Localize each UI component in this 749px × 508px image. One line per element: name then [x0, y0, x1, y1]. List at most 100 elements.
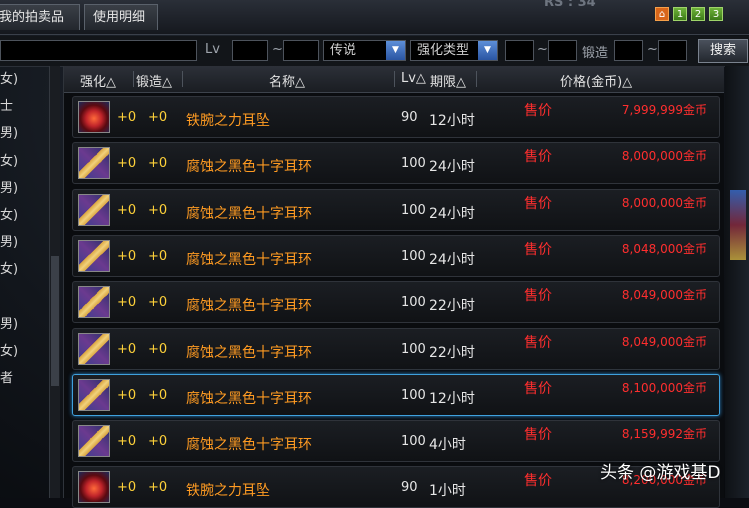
search-bar: Lv ~ 传说 ▼ 强化类型 ▼ ~ 锻造 ~ 搜索	[0, 36, 749, 67]
duration-value: 12小时	[429, 390, 475, 407]
forge-max-input[interactable]	[658, 40, 687, 61]
category-item[interactable]: 女)	[0, 66, 48, 93]
category-item[interactable]: 女)	[0, 202, 48, 229]
enhance-value: +0	[117, 480, 137, 496]
price-tag-label: 售价	[524, 149, 552, 166]
home-icon[interactable]: ⌂	[655, 7, 669, 21]
category-item[interactable]: 男)	[0, 229, 48, 256]
category-item[interactable]: 者	[0, 365, 48, 392]
level-value: 100	[401, 434, 426, 450]
forge-min-input[interactable]	[614, 40, 643, 61]
level-value: 100	[401, 295, 426, 311]
table-row[interactable]: +0 +0 腐蚀之黑色十字耳环 100 24小时 售价 8,000,000金币	[72, 142, 720, 185]
lv-min-input[interactable]	[232, 40, 268, 61]
forge-value: +0	[148, 156, 168, 172]
enhance-value: +0	[117, 110, 137, 125]
item-name: 腐蚀之黑色十字耳环	[186, 390, 312, 407]
cross-earring-icon[interactable]	[78, 147, 110, 180]
price-value: 7,999,999金币	[621, 103, 707, 117]
scrollbar-thumb[interactable]	[51, 256, 59, 386]
duration-value: 22小时	[429, 344, 475, 361]
enhance-max-input[interactable]	[548, 40, 577, 61]
item-name: 腐蚀之黑色十字耳环	[186, 251, 312, 268]
price-tag-label: 售价	[524, 195, 552, 212]
enhance-type-select[interactable]: 强化类型 ▼	[410, 40, 498, 61]
item-name: 铁腕之力耳坠	[186, 483, 270, 500]
cross-earring-icon[interactable]	[78, 239, 110, 272]
forge-value: +0	[148, 110, 168, 125]
enhance-value: +0	[117, 434, 137, 450]
rarity-select[interactable]: 传说 ▼	[323, 40, 406, 61]
header-divider	[182, 71, 183, 87]
red-ring-icon[interactable]	[78, 101, 110, 133]
sort-forge[interactable]: 锻造△	[136, 71, 172, 90]
enhance-range-tilde: ~	[537, 42, 548, 57]
table-row[interactable]: +0 +0 腐蚀之黑色十字耳环 100 22小时 售价 8,049,000金币	[72, 327, 720, 370]
duration-value: 24小时	[429, 251, 475, 268]
category-item[interactable]: 士	[0, 93, 48, 120]
category-item[interactable]: 女)	[0, 256, 48, 283]
level-value: 100	[401, 248, 426, 264]
cross-earring-icon[interactable]	[78, 332, 110, 365]
rs-indicator: RS : 34	[544, 0, 596, 10]
category-item[interactable]: 女)	[0, 148, 48, 175]
item-name: 腐蚀之黑色十字耳环	[186, 298, 312, 315]
tab-usage-details[interactable]: 使用明细	[84, 4, 158, 30]
forge-value: +0	[148, 434, 168, 450]
cross-earring-icon[interactable]	[78, 286, 110, 319]
category-list: 女) 士 男) 女) 男) 女) 男) 女) 男) 女) 者	[0, 66, 48, 498]
sort-duration[interactable]: 期限△	[430, 71, 466, 90]
lv-range-tilde: ~	[272, 42, 283, 57]
category-item[interactable]: 男)	[0, 311, 48, 338]
table-row[interactable]: +0 +0 腐蚀之黑色十字耳环 100 24小时 售价 8,048,000金币	[72, 234, 720, 277]
category-item[interactable]: 女)	[0, 338, 48, 365]
table-row[interactable]: +0 +0 腐蚀之黑色十字耳环 100 22小时 售价 8,049,000金币	[72, 281, 720, 324]
price-tag-label: 售价	[524, 473, 552, 490]
tab-my-auctions[interactable]: 我的拍卖品	[0, 4, 80, 30]
forge-value: +0	[148, 248, 168, 264]
table-row[interactable]: +0 +0 铁腕之力耳坠 90 12小时 售价 7,999,999金币	[72, 96, 720, 138]
page-button-1[interactable]: 1	[673, 7, 687, 21]
header-divider	[133, 71, 134, 87]
item-name: 腐蚀之黑色十字耳环	[186, 205, 312, 222]
category-item[interactable]: 男)	[0, 175, 48, 202]
auction-results-panel: 强化△ 锻造△ 名称△ Lv△ 期限△ 价格(金币)△ +0 +0 铁腕之力耳坠 90…	[63, 66, 724, 508]
duration-value: 24小时	[429, 205, 475, 222]
table-row[interactable]: +0 +0 腐蚀之黑色十字耳环 100 12小时 售价 8,100,000金币	[72, 373, 720, 416]
table-row[interactable]: +0 +0 腐蚀之黑色十字耳环 100 4小时 售价 8,159,992金币	[72, 420, 720, 463]
level-value: 100	[401, 341, 426, 357]
category-item[interactable]	[0, 284, 48, 311]
lv-max-input[interactable]	[283, 40, 319, 61]
price-value: 8,000,000金币	[621, 195, 707, 210]
level-value: 90	[401, 110, 418, 125]
category-scrollbar[interactable]	[49, 66, 60, 498]
search-button[interactable]: 搜索	[698, 39, 748, 63]
price-tag-label: 售价	[524, 103, 552, 119]
page-button-3[interactable]: 3	[709, 7, 723, 21]
price-value: 8,049,000金币	[621, 288, 707, 303]
price-value: 8,000,000金币	[621, 149, 707, 164]
enhance-value: +0	[117, 156, 137, 172]
item-name-input[interactable]	[0, 40, 197, 61]
enhance-value: +0	[117, 295, 137, 311]
dropdown-arrow-icon: ▼	[386, 41, 405, 60]
cross-earring-icon[interactable]	[78, 425, 110, 458]
enhance-type-value: 强化类型	[417, 43, 470, 58]
header-divider	[394, 71, 395, 87]
table-row[interactable]: +0 +0 腐蚀之黑色十字耳环 100 24小时 售价 8,000,000金币	[72, 188, 720, 231]
red-ring-icon[interactable]	[78, 471, 110, 504]
page-button-2[interactable]: 2	[691, 7, 705, 21]
level-value: 100	[401, 156, 426, 172]
watermark: 头条 @游戏基D	[600, 463, 721, 483]
sort-name[interactable]: 名称△	[269, 71, 305, 90]
enhance-value: +0	[117, 248, 137, 264]
category-item[interactable]: 男)	[0, 120, 48, 147]
price-tag-label: 售价	[524, 427, 552, 444]
sort-lv[interactable]: Lv△	[401, 71, 426, 86]
item-name: 腐蚀之黑色十字耳环	[186, 344, 312, 361]
sort-enhance[interactable]: 强化△	[80, 71, 116, 90]
enhance-min-input[interactable]	[505, 40, 534, 61]
sort-price[interactable]: 价格(金币)△	[560, 71, 632, 90]
cross-earring-icon[interactable]	[78, 193, 110, 226]
cross-earring-icon[interactable]	[78, 378, 110, 411]
